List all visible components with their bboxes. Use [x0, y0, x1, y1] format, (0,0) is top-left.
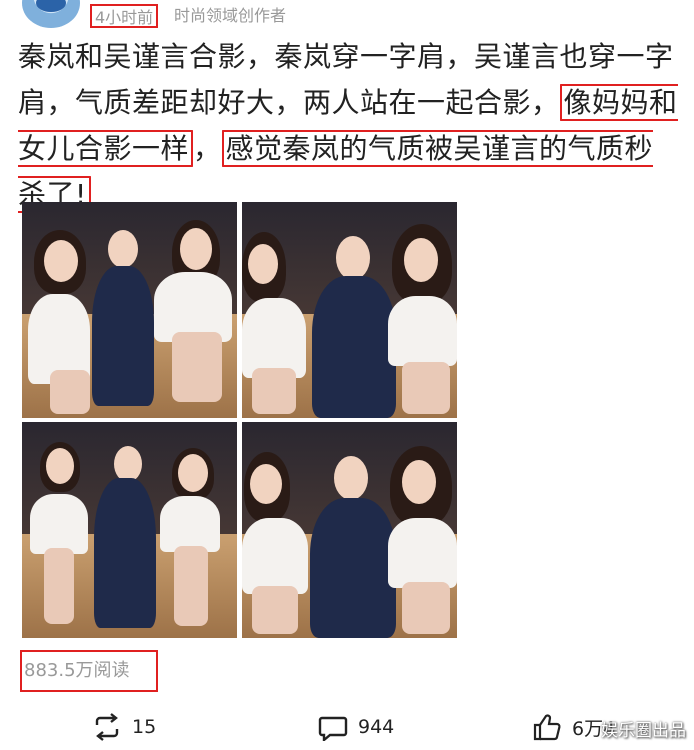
face — [402, 460, 436, 504]
dark-suit — [94, 478, 156, 628]
post-header: 4小时前 时尚领域创作者 — [0, 0, 694, 34]
legs — [50, 370, 90, 414]
dark-suit — [312, 276, 396, 418]
face — [46, 448, 74, 484]
author-tag[interactable]: 时尚领域创作者 — [174, 4, 286, 28]
comment-button[interactable]: 944 — [318, 712, 394, 742]
action-bar: 15 944 6万4 — [0, 700, 694, 750]
face — [250, 464, 282, 504]
white-dress — [388, 296, 457, 366]
dark-suit — [310, 498, 396, 638]
face — [108, 230, 138, 268]
photo-2[interactable] — [242, 202, 457, 418]
white-dress — [242, 518, 308, 594]
photo-3[interactable] — [22, 422, 237, 638]
legs — [252, 586, 298, 634]
post-time: 4小时前 — [90, 4, 159, 28]
legs — [44, 548, 74, 624]
avatar-image — [36, 0, 66, 12]
face — [334, 456, 368, 500]
photo-grid — [22, 202, 458, 638]
face — [248, 244, 278, 284]
repost-icon — [95, 713, 119, 741]
repost-button[interactable]: 15 — [92, 712, 156, 742]
thumbs-up-icon — [533, 714, 561, 741]
post-text-comma: ， — [193, 132, 222, 165]
face — [180, 228, 212, 270]
photo-1[interactable] — [22, 202, 237, 418]
face — [178, 454, 208, 492]
avatar[interactable] — [22, 0, 80, 28]
legs — [252, 368, 296, 414]
post-body: 秦岚和吴谨言合影，秦岚穿一字肩，吴谨言也穿一字肩，气质差距却好大，两人站在一起合… — [18, 34, 678, 218]
face — [114, 446, 142, 482]
repost-count: 15 — [132, 716, 157, 738]
watermark: 娱乐圈出品 — [601, 721, 686, 741]
white-dress — [160, 496, 220, 552]
comment-count: 944 — [358, 716, 395, 738]
dark-suit — [92, 266, 154, 406]
face — [44, 240, 78, 282]
comment-icon — [318, 716, 348, 741]
photo-4[interactable] — [242, 422, 457, 638]
white-dress — [242, 298, 306, 378]
white-dress — [388, 518, 457, 588]
face — [336, 236, 370, 280]
legs — [402, 582, 450, 634]
legs — [174, 546, 208, 626]
legs — [172, 332, 222, 402]
white-dress — [30, 494, 88, 554]
legs — [402, 362, 450, 414]
face — [404, 238, 438, 282]
read-count: 883.5万阅读 — [20, 650, 158, 692]
